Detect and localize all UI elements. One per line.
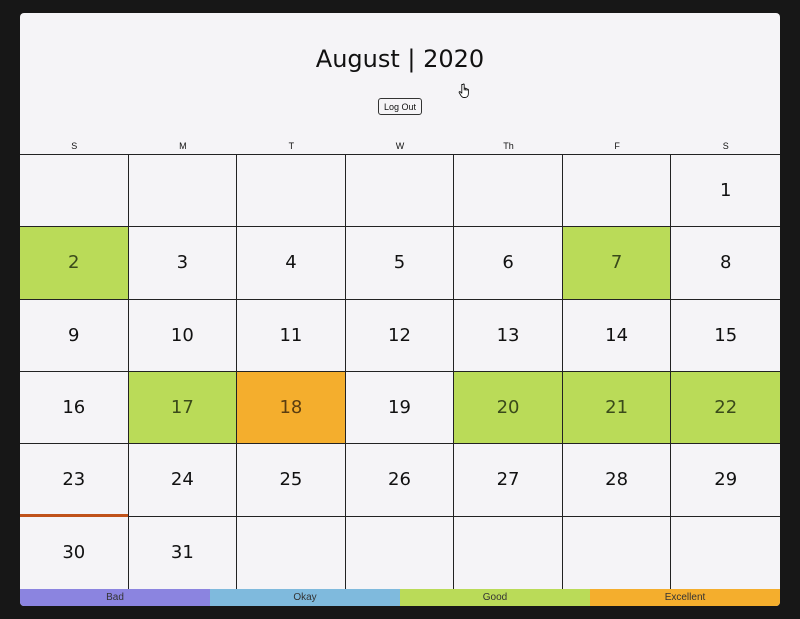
day-cell-17[interactable]: 17	[128, 372, 238, 445]
day-cell-11[interactable]: 11	[237, 299, 346, 372]
legend-good: Good	[400, 589, 590, 606]
day-cell-13[interactable]: 13	[454, 299, 563, 372]
empty-day-cell	[345, 155, 455, 228]
calendar-grid: 1 2 3 4 5 6 7 8 9 10 11 12 13 14 15 16 17 18 19 20 21 22 23 24 2…	[20, 155, 780, 589]
day-cell-16[interactable]: 16	[20, 372, 129, 445]
calendar-window: August | 2020 Log Out S M T W Th F S 123456789…	[20, 13, 780, 606]
day-cell-1[interactable]: 1	[671, 155, 780, 228]
log-out-button[interactable]: Log Out	[378, 98, 422, 115]
hand-pointer-icon	[458, 83, 469, 98]
day-cell-5[interactable]: 5	[345, 227, 455, 300]
day-cell-18[interactable]: 18	[237, 372, 346, 445]
empty-day-cell	[454, 155, 563, 228]
day-cell-19[interactable]: 19	[345, 372, 455, 445]
weekday-label: S	[722, 141, 729, 151]
legend-bad: Bad	[20, 589, 210, 606]
day-cell-30[interactable]: 30	[20, 516, 129, 589]
day-cell-15[interactable]: 15	[671, 300, 780, 372]
empty-day-cell	[562, 155, 672, 228]
day-cell-25[interactable]: 25	[237, 444, 346, 517]
day-cell-31[interactable]: 31	[129, 516, 238, 589]
day-cell-14[interactable]: 14	[562, 299, 672, 372]
day-cell-27[interactable]: 27	[454, 444, 563, 517]
empty-day-cell	[346, 516, 455, 589]
empty-day-cell	[128, 155, 238, 228]
day-cell-9[interactable]: 9	[20, 299, 129, 372]
rating-legend: Bad Okay Good Excellent	[20, 589, 780, 606]
day-cell-20[interactable]: 20	[454, 372, 563, 445]
empty-day-cell	[563, 516, 672, 589]
empty-day-cell	[671, 517, 780, 589]
weekday-label: F	[614, 141, 620, 151]
day-cell-2[interactable]: 2	[20, 227, 129, 300]
day-cell-29[interactable]: 29	[671, 444, 780, 517]
day-cell-12[interactable]: 12	[345, 299, 455, 372]
weekday-label: T	[288, 141, 295, 151]
empty-day-cell	[454, 516, 563, 589]
day-cell-6[interactable]: 6	[454, 227, 563, 300]
legend-okay: Okay	[210, 589, 400, 606]
day-cell-8[interactable]: 8	[671, 227, 780, 300]
day-cell-10[interactable]: 10	[128, 299, 238, 372]
legend-excellent: Excellent	[590, 589, 780, 606]
day-cell-7[interactable]: 7	[562, 227, 672, 300]
day-cell-21[interactable]: 21	[562, 372, 672, 445]
day-cell-26[interactable]: 26	[345, 444, 455, 517]
empty-day-cell	[237, 155, 346, 228]
weekday-label: M	[179, 141, 187, 151]
empty-day-cell	[20, 155, 129, 228]
weekday-header-row: S M T W Th F S	[20, 139, 780, 155]
day-cell-28[interactable]: 28	[562, 444, 672, 517]
weekday-label: Th	[503, 141, 514, 151]
month-year-title: August | 2020	[315, 45, 485, 73]
weekday-label: S	[71, 141, 78, 151]
day-cell-24[interactable]: 24	[128, 444, 238, 517]
day-cell-23[interactable]: 23	[20, 444, 129, 517]
calendar-header: August | 2020 Log Out	[20, 13, 780, 139]
day-cell-22[interactable]: 22	[671, 372, 780, 445]
day-cell-3[interactable]: 3	[128, 227, 238, 300]
empty-day-cell	[237, 516, 346, 589]
day-cell-4[interactable]: 4	[237, 227, 346, 300]
weekday-label: W	[395, 141, 405, 151]
